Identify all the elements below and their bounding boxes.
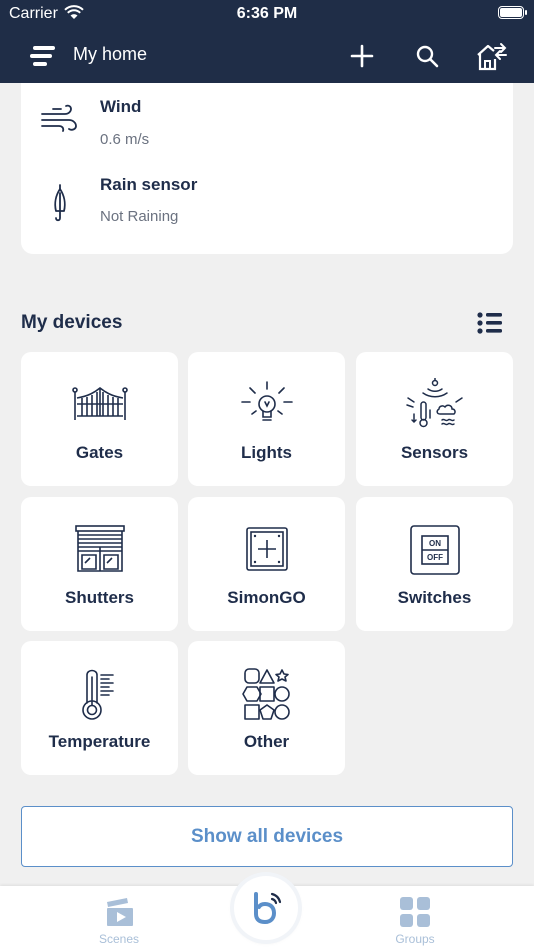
category-label: Shutters (65, 588, 134, 607)
category-label: SimonGO (227, 588, 306, 607)
groups-icon (400, 897, 430, 927)
add-button[interactable] (346, 40, 378, 72)
category-label: Sensors (400, 443, 469, 462)
rain-sensor-value: Not Raining (100, 208, 179, 225)
category-label: Temperature (48, 732, 151, 751)
wind-value: 0.6 m/s (100, 131, 150, 148)
light-bulb-icon (240, 381, 293, 421)
list-view-button[interactable] (476, 311, 504, 335)
status-time: 6:36 PM (236, 5, 298, 22)
status-bar: Carrier 6:36 PM (0, 0, 534, 28)
category-sensors[interactable]: Sensors (356, 352, 513, 486)
category-switches[interactable]: ON OFF Switches (356, 497, 513, 631)
search-icon (416, 45, 439, 68)
page-title: My home (73, 44, 148, 64)
shapes-icon (241, 668, 290, 720)
tab-label: Scenes (98, 932, 140, 946)
category-lights[interactable]: Lights (188, 352, 345, 486)
menu-icon (30, 46, 55, 66)
category-other[interactable]: Other (188, 641, 345, 775)
simongo-icon (245, 527, 288, 571)
weather-card: Wind 0.6 m/s Rain sensor Not Raining (21, 83, 513, 254)
category-label: Gates (75, 443, 124, 462)
rain-sensor-label: Rain sensor (100, 175, 198, 194)
tab-label: Groups (395, 932, 435, 946)
category-gates[interactable]: Gates (21, 352, 178, 486)
home-switch-icon (477, 43, 507, 71)
gate-icon (71, 386, 128, 420)
category-shutters[interactable]: Shutters (21, 497, 178, 631)
scenes-icon (107, 898, 133, 926)
shutter-icon (74, 525, 125, 572)
switch-off-text: OFF (427, 553, 443, 562)
search-button[interactable] (411, 40, 443, 72)
assistant-icon (254, 892, 282, 925)
umbrella-icon (54, 184, 66, 222)
list-view-icon (477, 312, 502, 334)
wind-label: Wind (100, 97, 142, 116)
tab-scenes[interactable]: Scenes (59, 886, 179, 950)
top-bar: Carrier 6:36 PM My home (0, 0, 534, 83)
home-switch-button[interactable] (475, 40, 507, 72)
my-devices-heading: My devices (21, 312, 123, 333)
category-label: Switches (397, 588, 472, 607)
switch-icon: ON OFF (409, 525, 460, 575)
assistant-button[interactable] (234, 876, 298, 940)
switch-on-text: ON (429, 539, 441, 548)
rain-sensor-row[interactable]: Rain sensor Not Raining (21, 171, 513, 241)
tab-groups[interactable]: Groups (355, 886, 475, 950)
battery-icon (498, 6, 527, 19)
plus-icon (350, 44, 374, 68)
category-label: Other (243, 732, 290, 751)
category-temperature[interactable]: Temperature (21, 641, 178, 775)
wind-sensor-row[interactable]: Wind 0.6 m/s (21, 88, 513, 158)
sensors-icon (405, 378, 463, 428)
category-simongo[interactable]: SimonGO (188, 497, 345, 631)
menu-button[interactable] (27, 40, 59, 72)
thermometer-icon (81, 669, 114, 720)
show-all-devices-button[interactable]: Show all devices (21, 806, 513, 867)
category-label: Lights (241, 443, 292, 462)
wind-icon (41, 104, 77, 132)
